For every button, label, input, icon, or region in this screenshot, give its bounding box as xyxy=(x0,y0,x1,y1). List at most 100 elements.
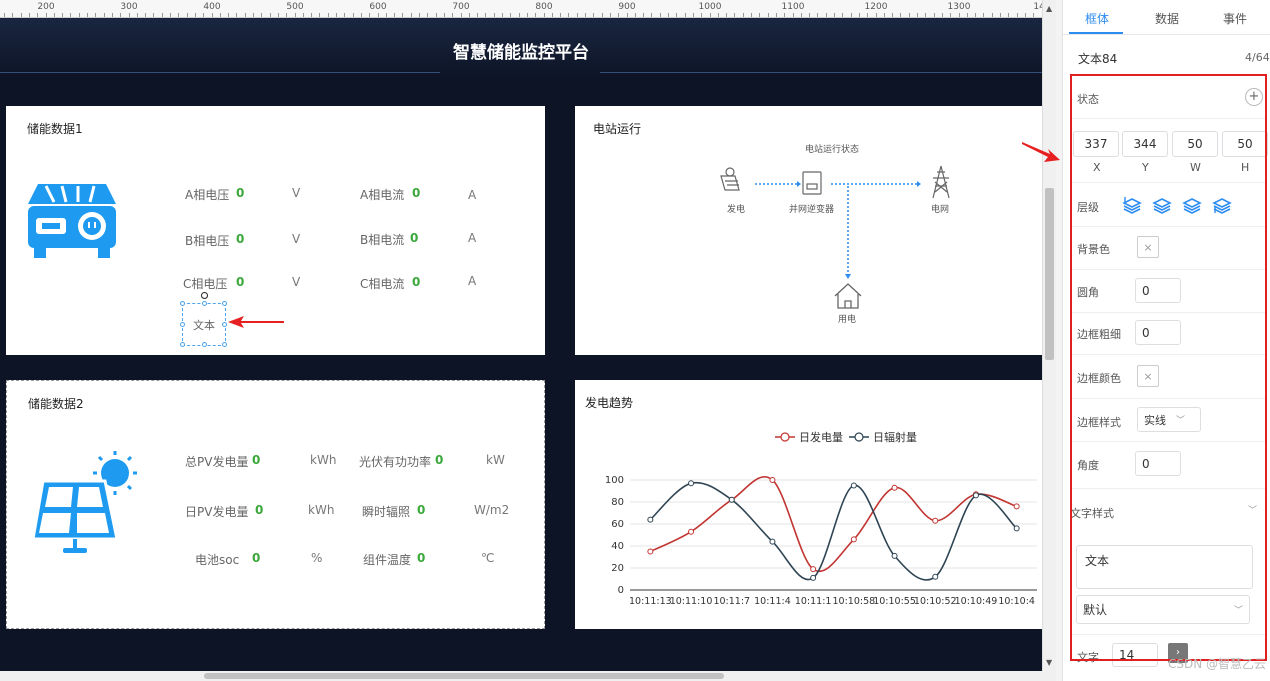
tab-frame[interactable]: 框体 xyxy=(1085,10,1109,27)
panel-title: 储能数据2 xyxy=(28,397,84,411)
design-canvas[interactable]: 智慧储能监控平台 储能数据1 A相电压 0 V A相电流 0 A B相电压 0 … xyxy=(0,18,1042,671)
ruler-tick xyxy=(875,13,877,17)
value-c-current: 0 xyxy=(412,275,421,289)
ruler-tick xyxy=(53,13,55,17)
panel-storage-data-2[interactable]: 储能数据2 总PV发电量 0 kWh 光伏有功功率 0 kW 日PV发电量 0 … xyxy=(6,380,545,629)
ruler-tick xyxy=(892,13,894,17)
resize-handle[interactable] xyxy=(222,342,227,347)
ruler-tick xyxy=(1033,13,1035,17)
panel-station-operation[interactable]: 电站运行 电站运行状态 发电 并网逆变器 电网 用电 xyxy=(575,106,1042,355)
panel-generation-trend[interactable]: 发电趋势 0 20 40 60 80 100 10:11:13 10:11:10 10:11:7… xyxy=(575,380,1042,629)
unit-total-pv: kWh xyxy=(310,453,337,467)
value-total-pv: 0 xyxy=(252,453,261,467)
panel-storage-data-1[interactable]: 储能数据1 A相电压 0 V A相电流 0 A B相电压 0 V B相电流 0 … xyxy=(6,106,545,355)
label-a-current: A相电流 xyxy=(360,188,405,202)
label-b-current: B相电流 xyxy=(360,233,405,247)
ruler-tick-label: 1200 xyxy=(864,2,888,12)
ruler-tick-label: 700 xyxy=(452,2,470,12)
ruler-tick xyxy=(460,13,462,17)
power-tower-icon xyxy=(932,165,950,199)
ruler-tick xyxy=(37,13,39,17)
page-counter: 4/64 xyxy=(1245,51,1270,64)
resize-handle[interactable] xyxy=(202,342,207,347)
ruler-tick xyxy=(95,13,97,17)
ruler-tick xyxy=(535,13,537,17)
ruler-tick xyxy=(767,13,769,17)
ruler-tick xyxy=(145,13,147,17)
active-tab-indicator xyxy=(1069,32,1123,34)
ruler-tick xyxy=(45,13,47,17)
data-point xyxy=(647,516,654,523)
resize-handle[interactable] xyxy=(180,322,185,327)
ruler-tick xyxy=(369,13,371,17)
label-pv-power: 光伏有功功率 xyxy=(359,455,432,469)
ruler-tick-label: 600 xyxy=(369,2,387,12)
ruler-tick xyxy=(842,13,844,17)
ruler-tick xyxy=(103,13,105,17)
label-total-pv: 总PV发电量 xyxy=(185,455,249,469)
ruler-tick xyxy=(568,13,570,17)
data-point xyxy=(810,566,817,573)
ruler-tick xyxy=(585,13,586,17)
data-point xyxy=(769,538,776,545)
ruler-tick xyxy=(883,13,885,17)
value-module-temp: 0 xyxy=(417,551,426,565)
ruler-tick xyxy=(493,13,495,17)
ruler-tick xyxy=(203,13,205,17)
ruler-tick xyxy=(742,13,744,17)
selected-text-element[interactable]: 文本 xyxy=(180,292,227,347)
ruler-tick xyxy=(560,13,562,17)
ruler-tick xyxy=(551,13,553,17)
resize-handle[interactable] xyxy=(180,301,185,306)
ruler-tick xyxy=(576,13,578,17)
unit-c-current: A xyxy=(468,274,477,288)
x-tick-label: 10:11:1 xyxy=(795,596,832,607)
ruler-tick xyxy=(1024,13,1026,17)
ruler-tick xyxy=(975,13,977,17)
resize-handle[interactable] xyxy=(180,342,185,347)
unit-b-voltage: V xyxy=(292,232,301,246)
ruler-tick xyxy=(510,13,512,17)
ruler-tick xyxy=(302,13,304,17)
ruler-tick xyxy=(526,13,528,17)
ruler-tick xyxy=(784,13,786,17)
ruler-tick xyxy=(1000,13,1001,17)
ruler-tick xyxy=(394,13,396,17)
ruler-tick xyxy=(170,13,171,17)
resize-handle[interactable] xyxy=(202,301,207,306)
tab-events[interactable]: 事件 xyxy=(1223,10,1247,27)
tab-data[interactable]: 数据 xyxy=(1155,10,1179,27)
scroll-down-icon[interactable]: ▼ xyxy=(1046,658,1052,667)
resize-handle[interactable] xyxy=(222,322,227,327)
label-battery-soc: 电池soc xyxy=(195,553,240,567)
legend-label: 日辐射量 xyxy=(873,430,917,444)
inverter-icon xyxy=(802,171,822,195)
ruler-tick xyxy=(352,13,354,17)
ruler-tick xyxy=(253,13,254,17)
data-point xyxy=(728,496,735,503)
rotate-handle[interactable] xyxy=(201,292,208,299)
x-tick-label: 10:11:4 xyxy=(754,596,791,607)
ruler-tick xyxy=(1008,13,1010,17)
ruler-tick xyxy=(983,13,985,17)
ruler-tick-label: 400 xyxy=(203,2,221,12)
unit-irradiance: W/m2 xyxy=(474,503,510,517)
ruler-tick xyxy=(360,13,362,17)
ruler-tick xyxy=(336,13,337,17)
scroll-up-icon[interactable]: ▲ xyxy=(1046,4,1052,13)
x-tick-label: 10:11:10 xyxy=(670,596,713,607)
value-a-current: 0 xyxy=(412,186,421,200)
legend-marker xyxy=(854,432,864,442)
label-irradiance: 瞬时辐照 xyxy=(362,505,411,519)
ruler-tick xyxy=(161,13,163,17)
vertical-scroll-thumb[interactable] xyxy=(1045,188,1054,360)
horizontal-scroll-thumb[interactable] xyxy=(204,673,724,679)
label-c-current: C相电流 xyxy=(360,277,405,291)
unit-a-current: A xyxy=(468,188,477,202)
ruler-tick-label: 200 xyxy=(37,2,55,12)
ruler-tick xyxy=(219,13,221,17)
resize-handle[interactable] xyxy=(222,301,227,306)
data-point xyxy=(891,552,898,559)
ruler-tick xyxy=(419,13,420,17)
data-point xyxy=(891,484,898,491)
